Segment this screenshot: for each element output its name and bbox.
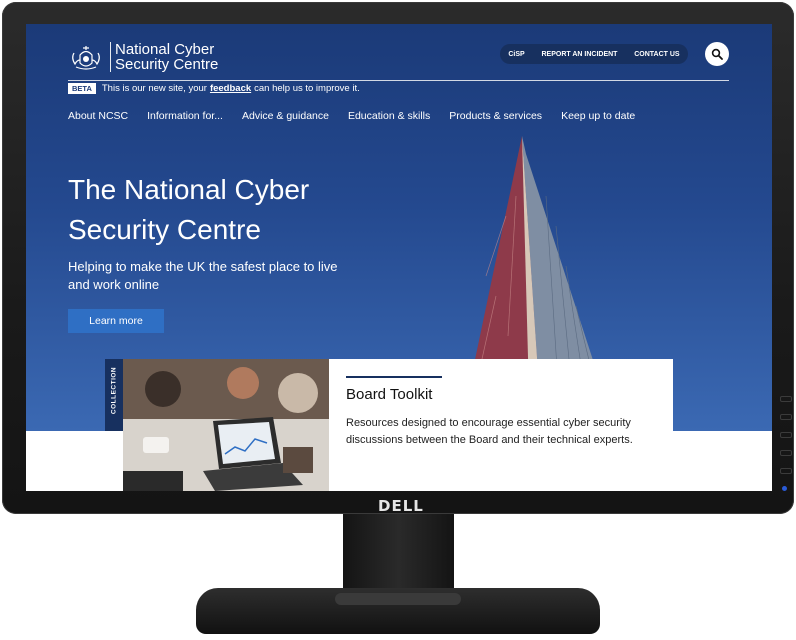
learn-more-button[interactable]: Learn more [68,309,164,333]
search-button[interactable] [705,42,729,66]
royal-crest-icon [72,46,100,70]
report-incident-link[interactable]: REPORT AN INCIDENT [541,51,617,58]
collection-label: COLLECTION [110,366,118,415]
beta-badge: BETA [68,82,96,94]
hero-title: The National Cyber Security Centre [68,174,310,245]
beta-banner: BETA This is our new site, your feedback… [68,81,360,95]
site-name-line2: Security Centre [115,56,219,73]
site-logo[interactable]: National Cyber Security Centre [68,42,218,72]
screen: National Cyber Security Centre CiSP REPO… [26,24,772,491]
site-name-line1: National Cyber [115,41,215,58]
monitor-button [780,396,792,402]
nav-advice-guidance[interactable]: Advice & guidance [242,110,329,122]
main-nav: About NCSC Information for... Advice & g… [68,110,654,122]
monitor-stand-hub [335,593,461,605]
laptop-meeting-image [123,359,329,491]
nav-education-skills[interactable]: Education & skills [348,110,430,122]
card-title[interactable]: Board Toolkit [346,386,432,403]
nav-about[interactable]: About NCSC [68,110,128,122]
dell-logo: DELL [378,497,424,515]
monitor-button [780,450,792,456]
card-description: Resources designed to encourage essentia… [346,417,633,446]
collection-tag: COLLECTION [105,359,123,431]
monitor-button [780,414,792,420]
monitor-button [780,432,792,438]
nav-products-services[interactable]: Products & services [449,110,542,122]
beta-text-before: This is our new site, your [101,82,207,94]
contact-us-link[interactable]: CONTACT US [634,51,679,58]
collection-card[interactable]: Board Toolkit Resources designed to enco… [329,359,673,491]
utility-links: CiSP REPORT AN INCIDENT CONTACT US [500,44,688,64]
monitor-button [780,468,792,474]
nav-keep-up-to-date[interactable]: Keep up to date [561,110,635,122]
nav-information-for[interactable]: Information for... [147,110,223,122]
card-rule [346,376,442,378]
beta-text-after: can help us to improve it. [254,82,360,94]
cisp-link[interactable]: CiSP [508,51,524,58]
power-led [782,486,787,491]
feedback-link[interactable]: feedback [210,83,251,94]
search-icon [711,48,723,60]
board-meeting-photo[interactable] [123,359,329,491]
hero-subtitle: Helping to make the UK the safest place … [68,259,338,292]
